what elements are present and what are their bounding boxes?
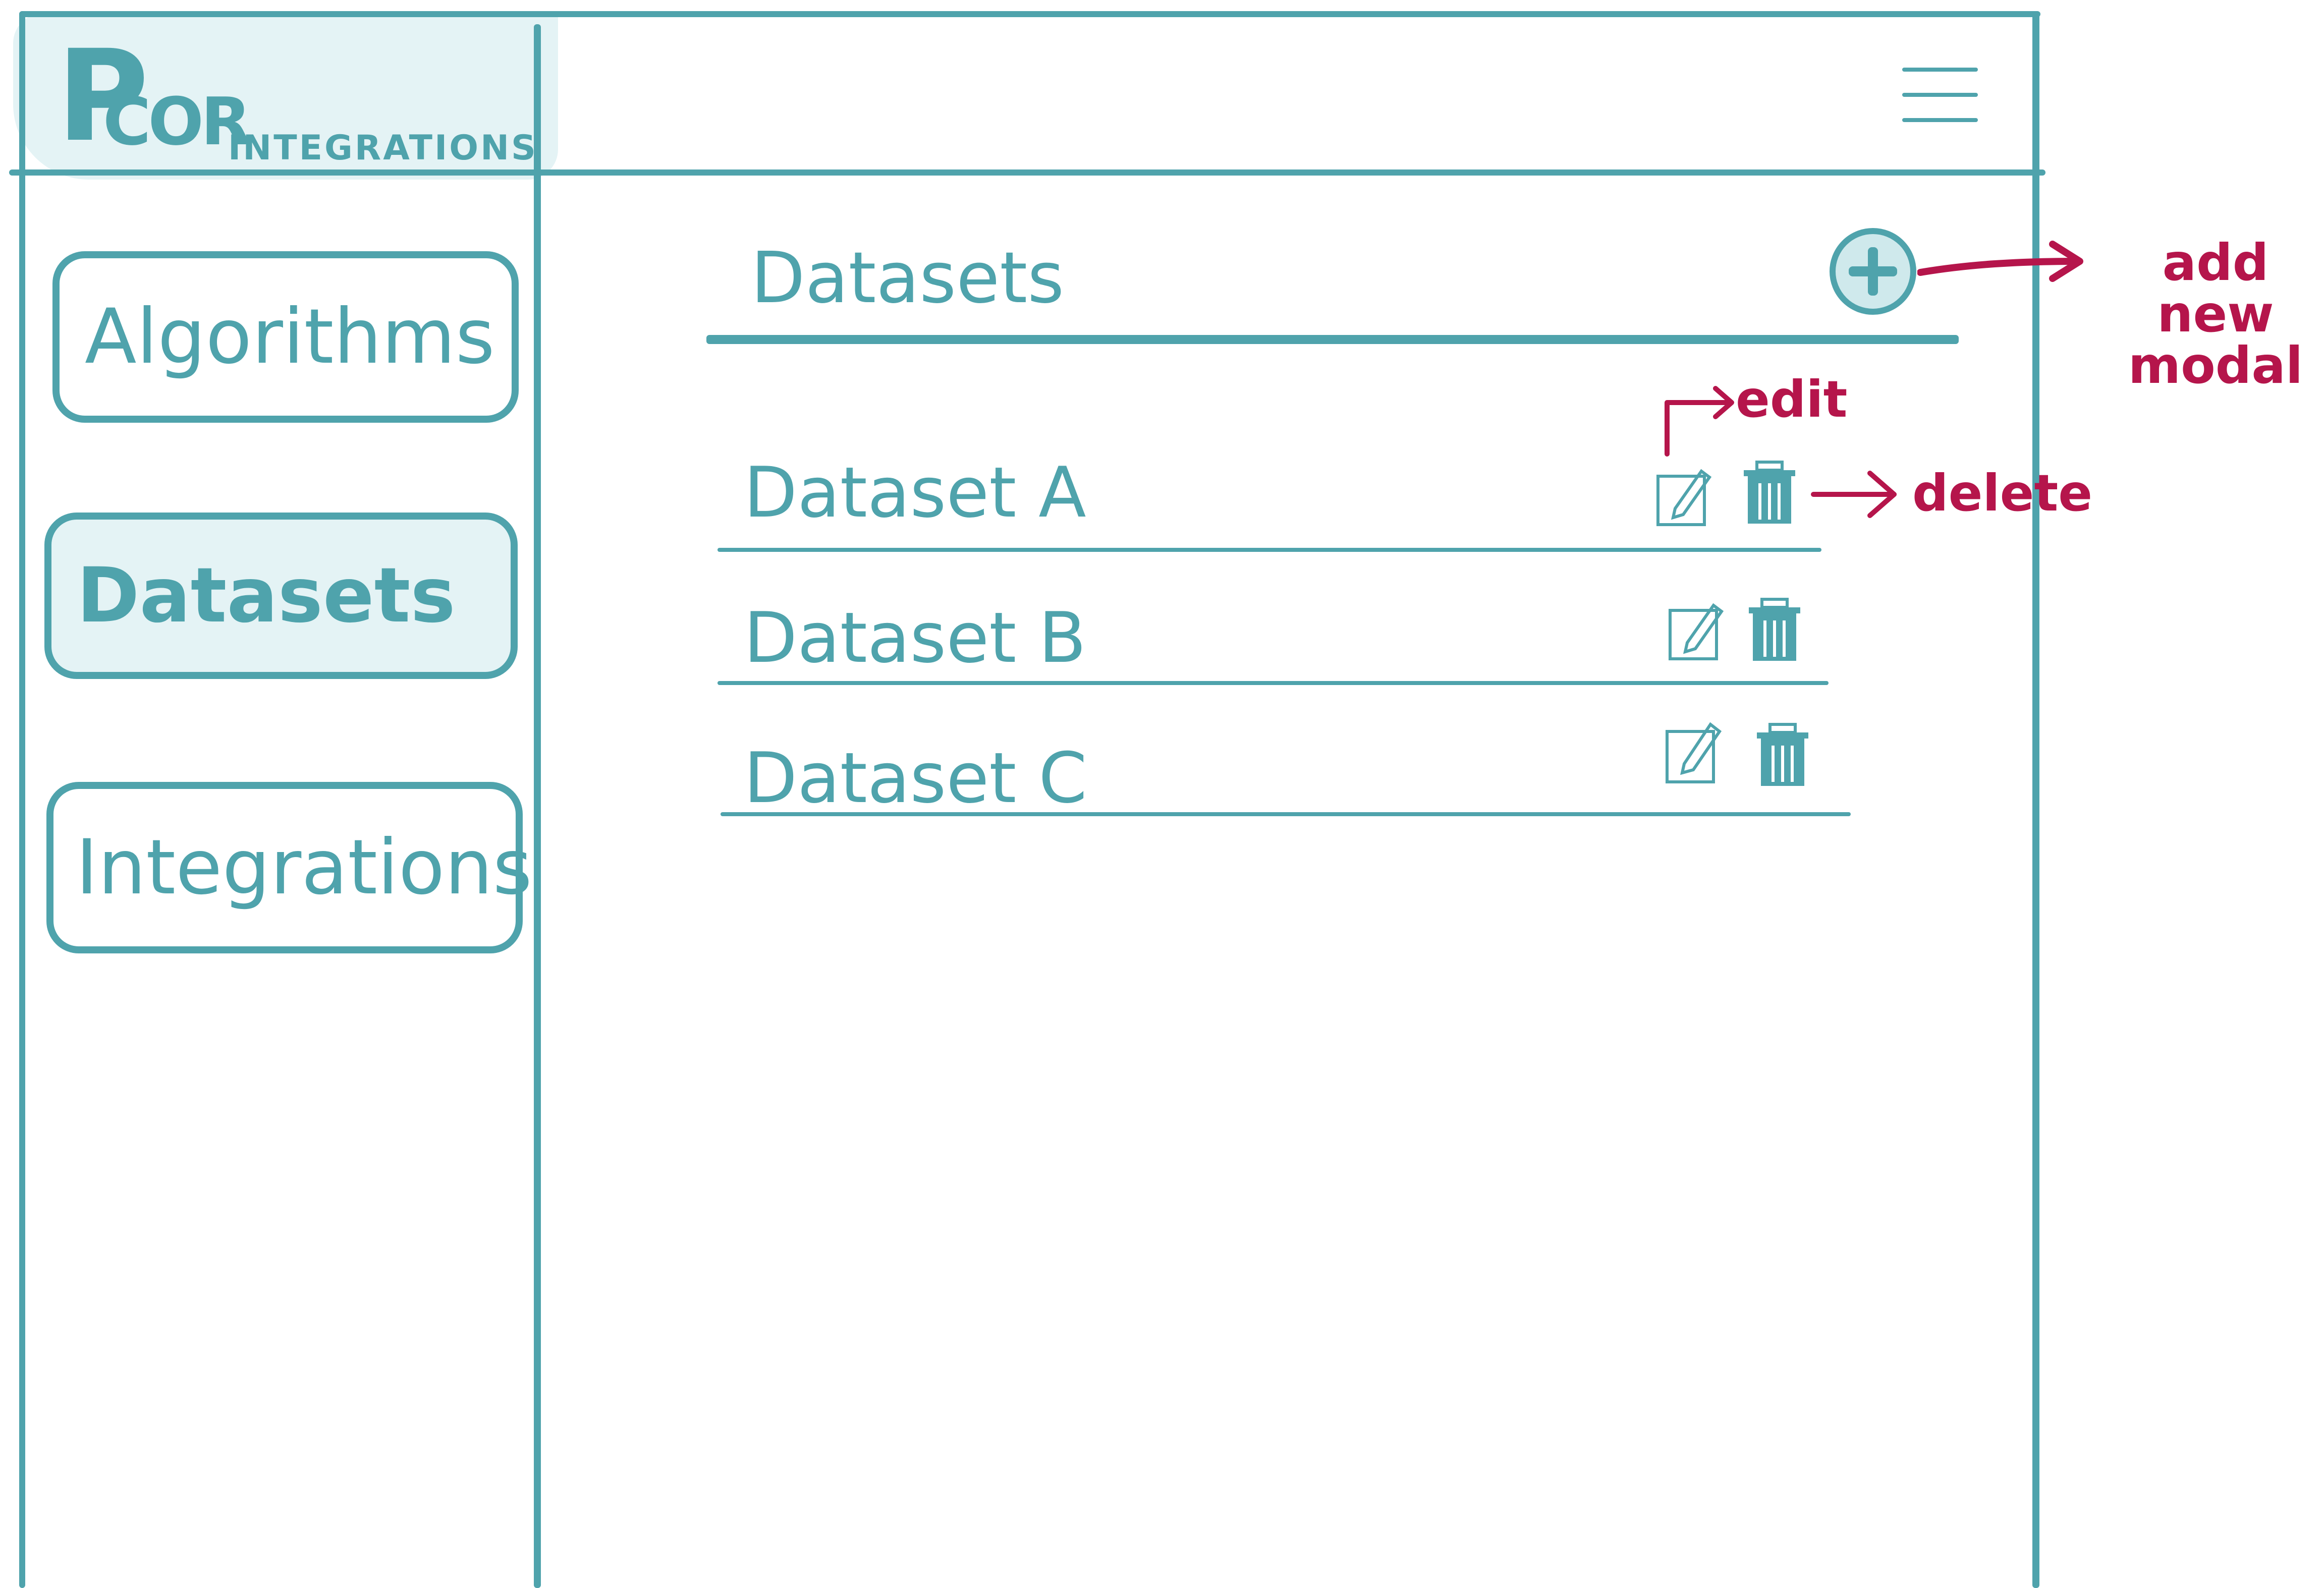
sidebar-item-algorithms[interactable]: Algorithms: [52, 251, 519, 423]
annotation-delete: delete: [1912, 464, 2093, 523]
dataset-row-label[interactable]: Dataset C: [744, 744, 1087, 813]
edit-icon[interactable]: [1665, 590, 1731, 666]
window-border-left: [19, 11, 25, 1588]
sidebar-item-datasets[interactable]: Datasets: [44, 513, 518, 679]
logo-subtitle: INTEGRATIONS: [228, 128, 538, 168]
row-divider: [721, 812, 1851, 816]
header-divider: [9, 169, 2045, 176]
sidebar-item-label: Integrations: [76, 824, 532, 912]
dataset-row-label[interactable]: Dataset B: [744, 603, 1086, 673]
trash-icon[interactable]: [1747, 597, 1802, 664]
sidebar-item-label: Algorithms: [85, 293, 495, 381]
annotation-arrow-delete: [1811, 471, 1897, 518]
annotation-edit: edit: [1736, 370, 1848, 429]
sidebar-divider: [534, 24, 541, 1588]
sidebar-item-integrations[interactable]: Integrations: [46, 782, 532, 953]
hamburger-bar: [1902, 93, 1978, 97]
trash-icon[interactable]: [1755, 722, 1810, 789]
edit-icon[interactable]: [1662, 706, 1728, 787]
page-title: Datasets: [751, 237, 1065, 319]
hamburger-icon[interactable]: [1902, 65, 1978, 125]
trash-icon[interactable]: [1742, 460, 1797, 527]
annotation-arrow-edit: [1665, 386, 1734, 457]
window-border-top: [19, 11, 2040, 17]
row-divider: [717, 548, 1821, 552]
dataset-row-label[interactable]: Dataset A: [744, 458, 1086, 528]
annotation-arrow-add: [1917, 241, 2083, 282]
logo: P COR INTEGRATIONS: [13, 13, 558, 180]
title-underline: [706, 335, 1959, 344]
edit-icon[interactable]: [1653, 456, 1719, 532]
hamburger-bar: [1902, 68, 1978, 72]
annotation-add-new-modal: add new modal: [2128, 233, 2303, 395]
plus-circle-icon[interactable]: [1830, 228, 1916, 315]
logo-mark: COR: [103, 83, 251, 160]
hamburger-bar: [1902, 118, 1978, 122]
sidebar-item-label: Datasets: [77, 552, 456, 640]
row-divider: [717, 681, 1829, 685]
